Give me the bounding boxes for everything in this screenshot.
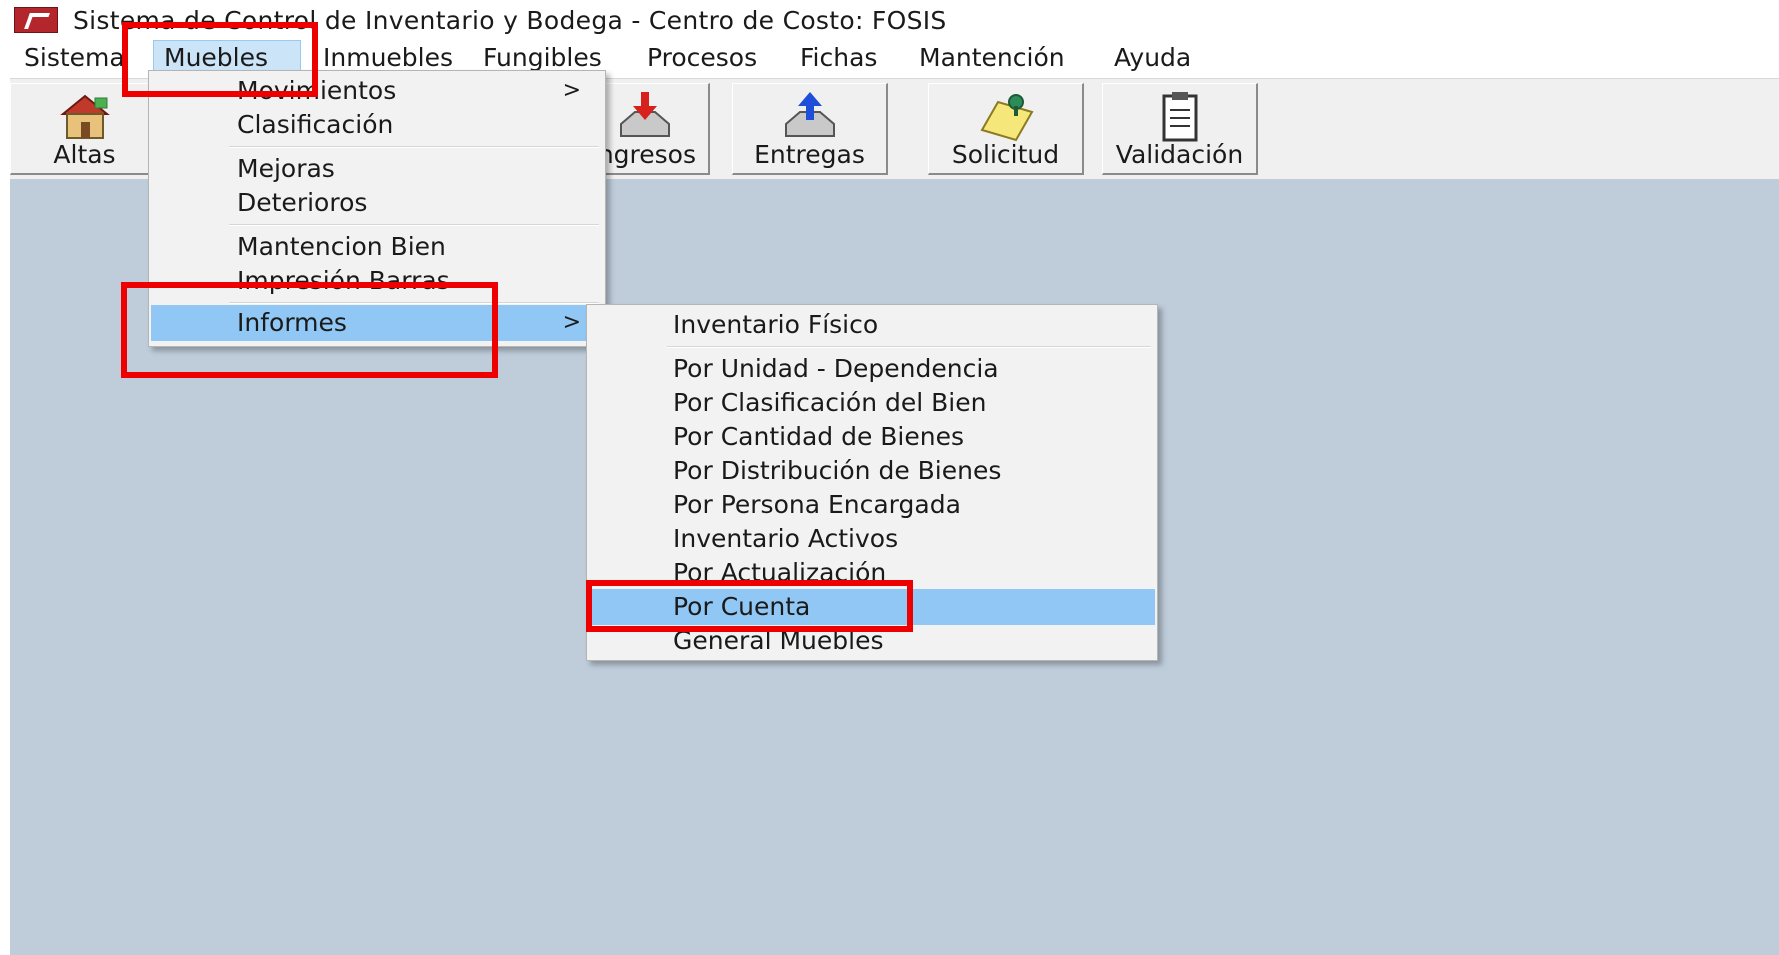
menu-item-label: Movimientos (237, 76, 397, 105)
clipboard-icon (1162, 92, 1197, 142)
altas-label: Altas (53, 140, 116, 169)
menu-sistema[interactable]: Sistema (14, 40, 135, 76)
solicitud-label: Solicitud (951, 140, 1060, 169)
menu-item-label: Por Unidad - Dependencia (673, 354, 999, 383)
menu-item-inventario-fisico[interactable]: Inventario Físico (589, 307, 1155, 343)
menu-item-label: Inventario Activos (673, 524, 899, 553)
menu-item-impresion-barras[interactable]: Impresión Barras (151, 263, 603, 299)
menu-item-clasificacion[interactable]: Clasificación (151, 107, 603, 143)
inbox-down-icon (619, 92, 670, 137)
validacion-button[interactable]: Validación (1102, 83, 1258, 175)
menu-item-label: Informes (237, 308, 347, 337)
menu-item-por-cuenta[interactable]: Por Cuenta (589, 589, 1155, 625)
menu-item-por-unidad-dependencia[interactable]: Por Unidad - Dependencia (589, 351, 1155, 387)
menu-item-label: Por Cantidad de Bienes (673, 422, 965, 451)
menu-item-label: Inventario Físico (673, 310, 879, 339)
app-logo-icon[interactable] (14, 7, 58, 33)
menu-separator (229, 146, 599, 148)
menu-item-movimientos[interactable]: Movimientos > (151, 73, 603, 109)
menu-separator (667, 346, 1151, 348)
menu-item-inventario-activos[interactable]: Inventario Activos (589, 521, 1155, 557)
menu-item-label: Por Cuenta (673, 592, 811, 621)
entregas-button[interactable]: Entregas (732, 83, 888, 175)
submenu-arrow-icon: > (562, 310, 581, 335)
menu-item-label: Deterioros (237, 188, 368, 217)
menu-procesos[interactable]: Procesos (637, 40, 767, 76)
menu-item-label: General Muebles (673, 626, 884, 655)
menu-item-general-muebles[interactable]: General Muebles (589, 623, 1155, 659)
altas-button[interactable]: Altas (10, 83, 160, 175)
menu-item-label: Clasificación (237, 110, 394, 139)
menu-item-informes[interactable]: Informes > (151, 305, 603, 341)
menu-fichas[interactable]: Fichas (790, 40, 887, 76)
menu-item-label: Impresión Barras (237, 266, 450, 295)
validacion-label: Validación (1115, 140, 1244, 169)
solicitud-button[interactable]: Solicitud (928, 83, 1084, 175)
application-window: Sistema de Control de Inventario y Bodeg… (10, 0, 1779, 955)
menu-item-por-distribucion-bienes[interactable]: Por Distribución de Bienes (589, 453, 1155, 489)
menu-item-label: Por Actualización (673, 558, 887, 587)
menu-separator (229, 302, 599, 304)
house-icon (59, 94, 110, 139)
inbox-up-icon (784, 92, 835, 137)
menu-item-label: Por Persona Encargada (673, 490, 961, 519)
title-bar: Sistema de Control de Inventario y Bodeg… (10, 0, 1779, 42)
menu-item-mantencion-bien[interactable]: Mantencion Bien (151, 229, 603, 265)
menu-mantencion[interactable]: Mantención (909, 40, 1075, 76)
menu-item-label: Mejoras (237, 154, 335, 183)
entregas-label: Entregas (754, 140, 865, 169)
menu-item-label: Mantencion Bien (237, 232, 446, 261)
menu-item-por-cantidad-bienes[interactable]: Por Cantidad de Bienes (589, 419, 1155, 455)
menu-item-label: Por Clasificación del Bien (673, 388, 987, 417)
menu-separator (229, 224, 599, 226)
menu-item-por-actualizacion[interactable]: Por Actualización (589, 555, 1155, 591)
submenu-arrow-icon: > (562, 78, 581, 103)
pinned-note-icon (980, 94, 1033, 142)
menu-item-mejoras[interactable]: Mejoras (151, 151, 603, 187)
menu-item-por-persona-encargada[interactable]: Por Persona Encargada (589, 487, 1155, 523)
menu-item-deterioros[interactable]: Deterioros (151, 185, 603, 221)
menu-item-por-clasificacion-bien[interactable]: Por Clasificación del Bien (589, 385, 1155, 421)
informes-submenu: Inventario Físico Por Unidad - Dependenc… (586, 304, 1158, 661)
muebles-dropdown: Movimientos > Clasificación Mejoras Dete… (148, 70, 606, 347)
menu-item-label: Por Distribución de Bienes (673, 456, 1002, 485)
menu-ayuda[interactable]: Ayuda (1104, 40, 1201, 76)
window-title: Sistema de Control de Inventario y Bodeg… (73, 6, 947, 35)
